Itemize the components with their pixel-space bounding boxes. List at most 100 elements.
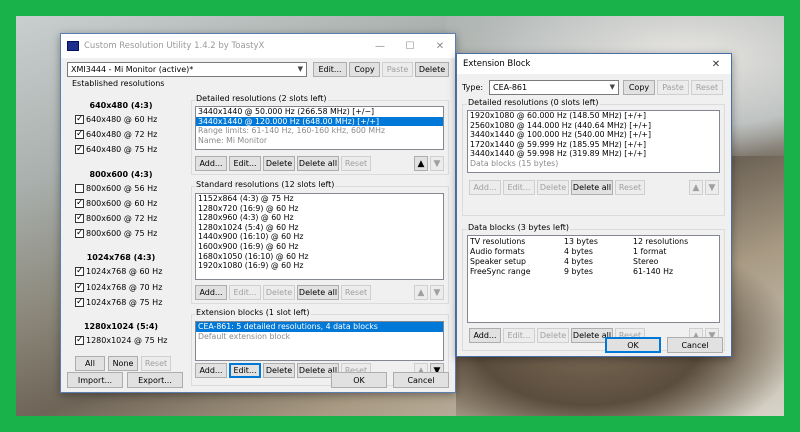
edit-monitor-button[interactable]: Edit... [313,62,347,77]
checkbox-icon[interactable] [75,113,84,125]
established-resolution-checkbox[interactable]: 640x480 @ 75 Hz [75,143,157,155]
delete-button[interactable]: Delete [415,62,449,77]
add-datablock-button[interactable]: Add... [469,328,501,343]
edit-detailed-button[interactable]: Edit... [229,156,261,171]
list-item[interactable]: 1920x1080 @ 60.000 Hz (148.50 MHz) [+/+] [468,111,719,121]
paste-button[interactable]: Paste [657,80,689,95]
list-item[interactable]: 1280x960 (4:3) @ 60 Hz [196,213,443,223]
established-resolution-checkbox[interactable]: 1024x768 @ 60 Hz [75,265,162,277]
copy-button[interactable]: Copy [623,80,655,95]
list-item[interactable]: 1280x1024 (5:4) @ 60 Hz [196,223,443,233]
delete-all-ext-detailed-button[interactable]: Delete all [571,180,613,195]
reset-button[interactable]: Reset [691,80,723,95]
paste-button[interactable]: Paste [382,62,413,77]
move-up-icon[interactable]: ▲ [689,180,703,195]
checkbox-icon[interactable] [75,281,84,293]
list-item[interactable]: Default extension block [196,332,443,342]
established-resolution-checkbox[interactable]: 800x600 @ 75 Hz [75,227,157,239]
checkbox-icon[interactable] [75,265,84,277]
extension-blocks-list[interactable]: CEA-861: 5 detailed resolutions, 4 data … [195,321,444,361]
list-item[interactable]: 2560x1080 @ 144.000 Hz (440.64 MHz) [+/+… [468,121,719,131]
delete-all-standard-button[interactable]: Delete all [297,285,339,300]
edit-ext-detailed-button[interactable]: Edit... [503,180,535,195]
reset-established-button[interactable]: Reset [141,356,171,371]
established-resolution-checkbox[interactable]: 640x480 @ 60 Hz [75,113,157,125]
title-bar[interactable]: Extension Block ✕ [457,54,731,74]
edit-datablock-button[interactable]: Edit... [503,328,535,343]
delete-ext-detailed-button[interactable]: Delete [537,180,569,195]
list-item[interactable]: 1920x1080 (16:9) @ 60 Hz [196,261,443,271]
edit-standard-button[interactable]: Edit... [229,285,261,300]
checkbox-icon[interactable] [75,128,84,140]
delete-standard-button[interactable]: Delete [263,285,295,300]
established-resolution-checkbox[interactable]: 800x600 @ 72 Hz [75,212,157,224]
checkbox-icon[interactable] [75,212,84,224]
edit-extension-button[interactable]: Edit... [229,363,261,378]
list-item[interactable]: 3440x1440 @ 120.000 Hz (648.00 MHz) [+/+… [196,116,443,127]
move-down-icon[interactable]: ▼ [430,156,444,171]
ext-detailed-resolutions-list[interactable]: 1920x1080 @ 60.000 Hz (148.50 MHz) [+/+]… [467,110,720,173]
add-standard-button[interactable]: Add... [195,285,227,300]
add-extension-button[interactable]: Add... [195,363,227,378]
export-button[interactable]: Export... [127,372,183,388]
title-bar[interactable]: Custom Resolution Utility 1.4.2 by Toast… [61,34,455,58]
monitor-select[interactable]: XMI3444 - Mi Monitor (active)* ▼ [67,62,307,77]
list-item[interactable]: 1280x720 (16:9) @ 60 Hz [196,204,443,214]
table-row[interactable]: FreeSync range 9 bytes 61-140 Hz [468,267,719,277]
list-item[interactable]: 3440x1440 @ 59.998 Hz (319.89 MHz) [+/+] [468,149,719,159]
import-button[interactable]: Import... [67,372,123,388]
established-resolution-checkbox[interactable]: 1280x1024 @ 75 Hz [75,334,167,346]
ext-cancel-button[interactable]: Cancel [667,337,723,353]
list-item[interactable]: CEA-861: 5 detailed resolutions, 4 data … [196,322,443,332]
ext-ok-button[interactable]: OK [605,337,661,353]
move-down-icon[interactable]: ▼ [430,285,444,300]
list-item[interactable]: 1600x900 (16:9) @ 60 Hz [196,242,443,252]
reset-detailed-button[interactable]: Reset [341,156,371,171]
list-item[interactable]: 1152x864 (4:3) @ 75 Hz [196,194,443,204]
cancel-button[interactable]: Cancel [393,372,449,388]
delete-datablock-button[interactable]: Delete [537,328,569,343]
move-down-icon[interactable]: ▼ [705,180,719,195]
none-button[interactable]: None [108,356,138,371]
move-up-icon[interactable]: ▲ [414,285,428,300]
table-row[interactable]: Speaker setup 4 bytes Stereo [468,257,719,267]
established-resolution-checkbox[interactable]: 800x600 @ 56 Hz [75,183,157,193]
close-button[interactable]: ✕ [701,54,731,74]
move-up-icon[interactable]: ▲ [414,156,428,171]
standard-resolutions-list[interactable]: 1152x864 (4:3) @ 75 Hz 1280x720 (16:9) @ … [195,193,444,280]
minimize-button[interactable]: — [365,34,395,58]
established-resolution-checkbox[interactable]: 800x600 @ 60 Hz [75,197,157,209]
type-select[interactable]: CEA-861 ▼ [489,80,619,95]
table-row[interactable]: Audio formats 4 bytes 1 format [468,247,719,257]
list-item[interactable]: Range limits: 61-140 Hz, 160-160 kHz, 60… [196,126,443,136]
close-button[interactable]: ✕ [425,34,455,58]
checkbox-icon[interactable] [75,227,84,239]
detailed-resolutions-list[interactable]: 3440x1440 @ 50.000 Hz (266.58 MHz) [+/−]… [195,106,444,150]
established-resolution-checkbox[interactable]: 1024x768 @ 70 Hz [75,281,162,293]
list-item[interactable]: Data blocks (15 bytes) [468,159,719,169]
established-resolution-checkbox[interactable]: 1024x768 @ 75 Hz [75,296,162,308]
delete-all-detailed-button[interactable]: Delete all [297,156,339,171]
list-item[interactable]: 1720x1440 @ 59.999 Hz (185.95 MHz) [+/+] [468,140,719,150]
checkbox-icon[interactable] [75,334,84,346]
checkbox-icon[interactable] [75,183,84,193]
delete-detailed-button[interactable]: Delete [263,156,295,171]
list-item[interactable]: 3440x1440 @ 100.000 Hz (540.00 MHz) [+/+… [468,130,719,140]
table-row[interactable]: TV resolutions 13 bytes 12 resolutions [468,237,719,247]
list-item[interactable]: 1680x1050 (16:10) @ 60 Hz [196,252,443,262]
data-blocks-list[interactable]: TV resolutions 13 bytes 12 resolutions Audi… [467,235,720,323]
maximize-button[interactable]: ☐ [395,34,425,58]
list-item[interactable]: Name: Mi Monitor [196,136,443,146]
add-detailed-button[interactable]: Add... [195,156,227,171]
list-item[interactable]: 1440x900 (16:10) @ 60 Hz [196,232,443,242]
list-item[interactable]: 3440x1440 @ 50.000 Hz (266.58 MHz) [+/−] [196,107,443,117]
add-ext-detailed-button[interactable]: Add... [469,180,501,195]
copy-button[interactable]: Copy [349,62,380,77]
ok-button[interactable]: OK [331,372,387,388]
delete-extension-button[interactable]: Delete [263,363,295,378]
checkbox-icon[interactable] [75,197,84,209]
established-resolution-checkbox[interactable]: 640x480 @ 72 Hz [75,128,157,140]
checkbox-icon[interactable] [75,143,84,155]
reset-standard-button[interactable]: Reset [341,285,371,300]
reset-ext-detailed-button[interactable]: Reset [615,180,645,195]
